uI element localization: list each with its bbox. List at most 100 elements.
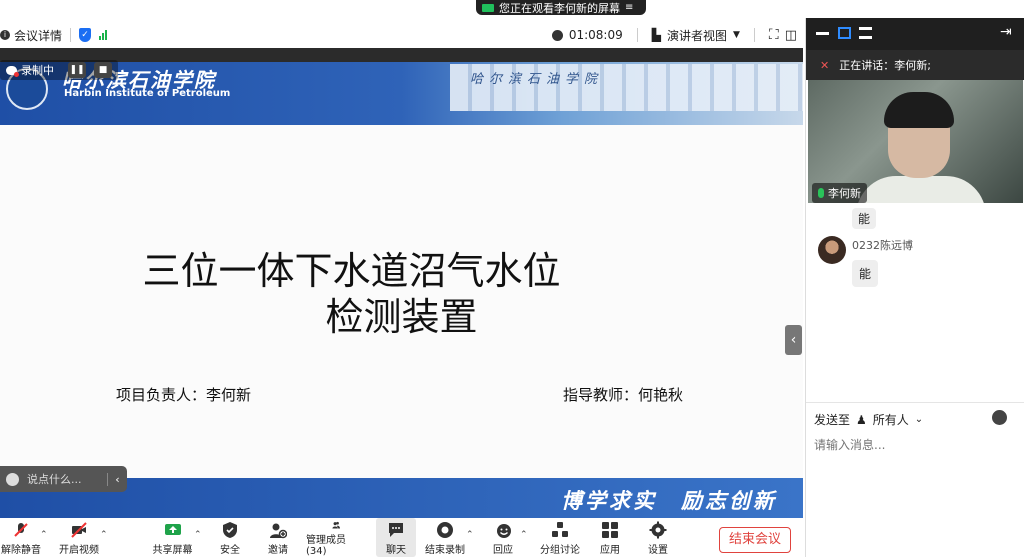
campus-building-image: 哈尔滨石油学院 [450,64,803,111]
add-person-icon [270,523,287,539]
emoji-icon[interactable] [6,472,19,486]
collapse-panel-button[interactable]: ‹ [785,325,802,355]
network-signal-icon[interactable] [99,30,108,40]
chevron-up-icon[interactable]: ⌃ [520,530,528,540]
chevron-up-icon[interactable]: ⌃ [40,530,48,540]
layout-icon: ▙ [651,28,661,42]
unmute-button[interactable]: 解除静音 [0,518,42,557]
slide-title-line2: 检测装置 [325,295,478,339]
collapse-right-icon[interactable]: ⇥ [1000,24,1013,40]
meeting-info-label: 会议详情 [14,28,63,43]
share-screen-button[interactable]: 共享屏幕 [150,518,195,557]
divider [753,28,755,42]
mic-active-icon [818,188,824,198]
divider [70,28,72,42]
end-meeting-button[interactable]: 结束会议 [719,527,791,553]
invite-button[interactable]: 邀请 [263,518,293,557]
chat-label: 聊天 [386,545,406,556]
view-mode-select[interactable]: 演讲者视图 [667,27,727,44]
side-panel: ⇥ ✕ 正在讲话：李何新; 李何新 能 0232陈远博 能 发送至 ♟ 所有人 … [805,18,1024,557]
share-screen-icon [164,524,181,535]
reactions-label: 回应 [493,545,513,556]
video-person-shirt [856,176,986,203]
breakout-rooms-button[interactable]: 分组讨论 [538,518,582,557]
panel-topbar: ⇥ [806,18,1024,50]
send-to-target[interactable]: 所有人 [873,411,909,428]
reaction-emoji-icon [497,524,511,538]
sidebar-toggle-icon[interactable]: ◫ [785,28,797,43]
shared-slide: 哈尔滨石油学院 哈尔滨石油学院 Harbin Institute of Petr… [0,48,803,518]
meeting-timer: 01:08:09 [568,28,623,42]
gear-icon [649,521,667,539]
send-to-selector[interactable]: 发送至 ♟ 所有人 ⌄ [814,411,923,428]
emoji-icon[interactable] [992,410,1007,425]
chat-sender-name: 0232陈远博 [852,239,913,252]
divider [806,402,1024,403]
stop-recording-label: 结束录制 [425,545,465,556]
chevron-up-icon[interactable]: ⌃ [194,530,202,540]
chat-message-input[interactable] [814,438,1014,452]
chat-message-bubble: 能 [852,208,877,229]
recording-label: 录制中 [21,64,54,77]
person-icon: ♟ [856,412,867,427]
apps-label: 应用 [600,545,620,556]
chevron-down-icon[interactable]: ▼ [733,30,740,40]
video-participant-name: 李何新 [828,187,861,200]
minimize-icon[interactable] [816,32,829,35]
quick-chat-placeholder[interactable]: 说点什么... [27,471,82,487]
list-layout-icon[interactable] [859,27,872,39]
send-to-label: 发送至 [814,413,851,427]
clock-icon [551,29,563,41]
breakout-rooms-label: 分组讨论 [540,545,580,556]
chevron-up-icon[interactable]: ⌃ [100,530,108,540]
reactions-button[interactable]: 回应 [488,518,518,557]
chat-icon [389,523,403,537]
unmute-label: 解除静音 [1,545,41,556]
banner-text: 您正在观看李何新的屏幕 [499,1,620,15]
video-name-tag: 李何新 [812,183,867,203]
screen-share-banner[interactable]: 您正在观看李何新的屏幕 ≡ [476,0,646,15]
school-motto: 博学求实 励志创新 [561,488,777,513]
participant-video[interactable]: 李何新 [808,80,1023,203]
divider [636,28,638,42]
video-person-hair [884,92,954,128]
view-tools: 01:08:09 ▙ 演讲者视图 ▼ ⛶ ◫ [551,22,797,48]
breakout-icon [552,522,568,537]
slide-title-line1: 三位一体下水道沼气水位 [142,249,561,293]
meeting-topbar: i 会议详情 ✓ 01:08:09 ▙ 演讲者视图 ▼ ⛶ ◫ [0,22,805,48]
start-video-button[interactable]: 开启视频 [58,518,100,557]
advisor: 指导教师：何艳秋 [563,386,684,404]
security-shield-icon[interactable]: ✓ [79,28,92,42]
invite-label: 邀请 [268,545,288,556]
meeting-info-button[interactable]: i 会议详情 [0,27,62,44]
stop-recording-button[interactable]: 结束录制 [423,518,467,557]
school-name-en: Harbin Institute of Petroleum [64,88,231,99]
menu-lines-icon[interactable]: ≡ [625,2,633,13]
chat-message-bubble: 能 [852,260,879,287]
avatar [818,236,846,264]
video-off-icon [71,522,87,538]
fullscreen-icon[interactable]: ⛶ [769,27,779,43]
quick-chat-box[interactable]: 说点什么... ‹ [0,466,127,492]
manage-members-button[interactable]: 管理成员(34) [306,518,366,557]
chevron-left-icon[interactable]: ‹ [107,472,127,486]
window-layout-icon[interactable] [838,27,851,39]
chat-button[interactable]: 聊天 [376,518,416,557]
record-stop-icon [437,522,453,538]
speaking-text: 正在讲话：李何新; [839,59,931,72]
security-button[interactable]: 安全 [215,518,245,557]
chevron-down-icon[interactable]: ⌄ [915,414,923,425]
info-icon: i [0,30,10,40]
slide-title: 三位一体下水道沼气水位 检测装置 [0,248,803,340]
slide-top-strip [0,48,803,62]
apps-grid-icon [602,522,618,538]
cloud-record-icon [6,65,19,77]
screen-share-icon [482,3,494,12]
stop-recording-button[interactable]: ■ [94,62,112,78]
meeting-toolbar: 解除静音 ⌃ 开启视频 ⌃ 共享屏幕 ⌃ 安全 邀请 管理成员(34) 聊天 结… [0,518,805,557]
shield-icon [223,522,237,538]
pause-recording-button[interactable]: ❚❚ [68,62,86,78]
chevron-up-icon[interactable]: ⌃ [466,530,474,540]
apps-button[interactable]: 应用 [596,518,624,557]
settings-button[interactable]: 设置 [644,518,672,557]
